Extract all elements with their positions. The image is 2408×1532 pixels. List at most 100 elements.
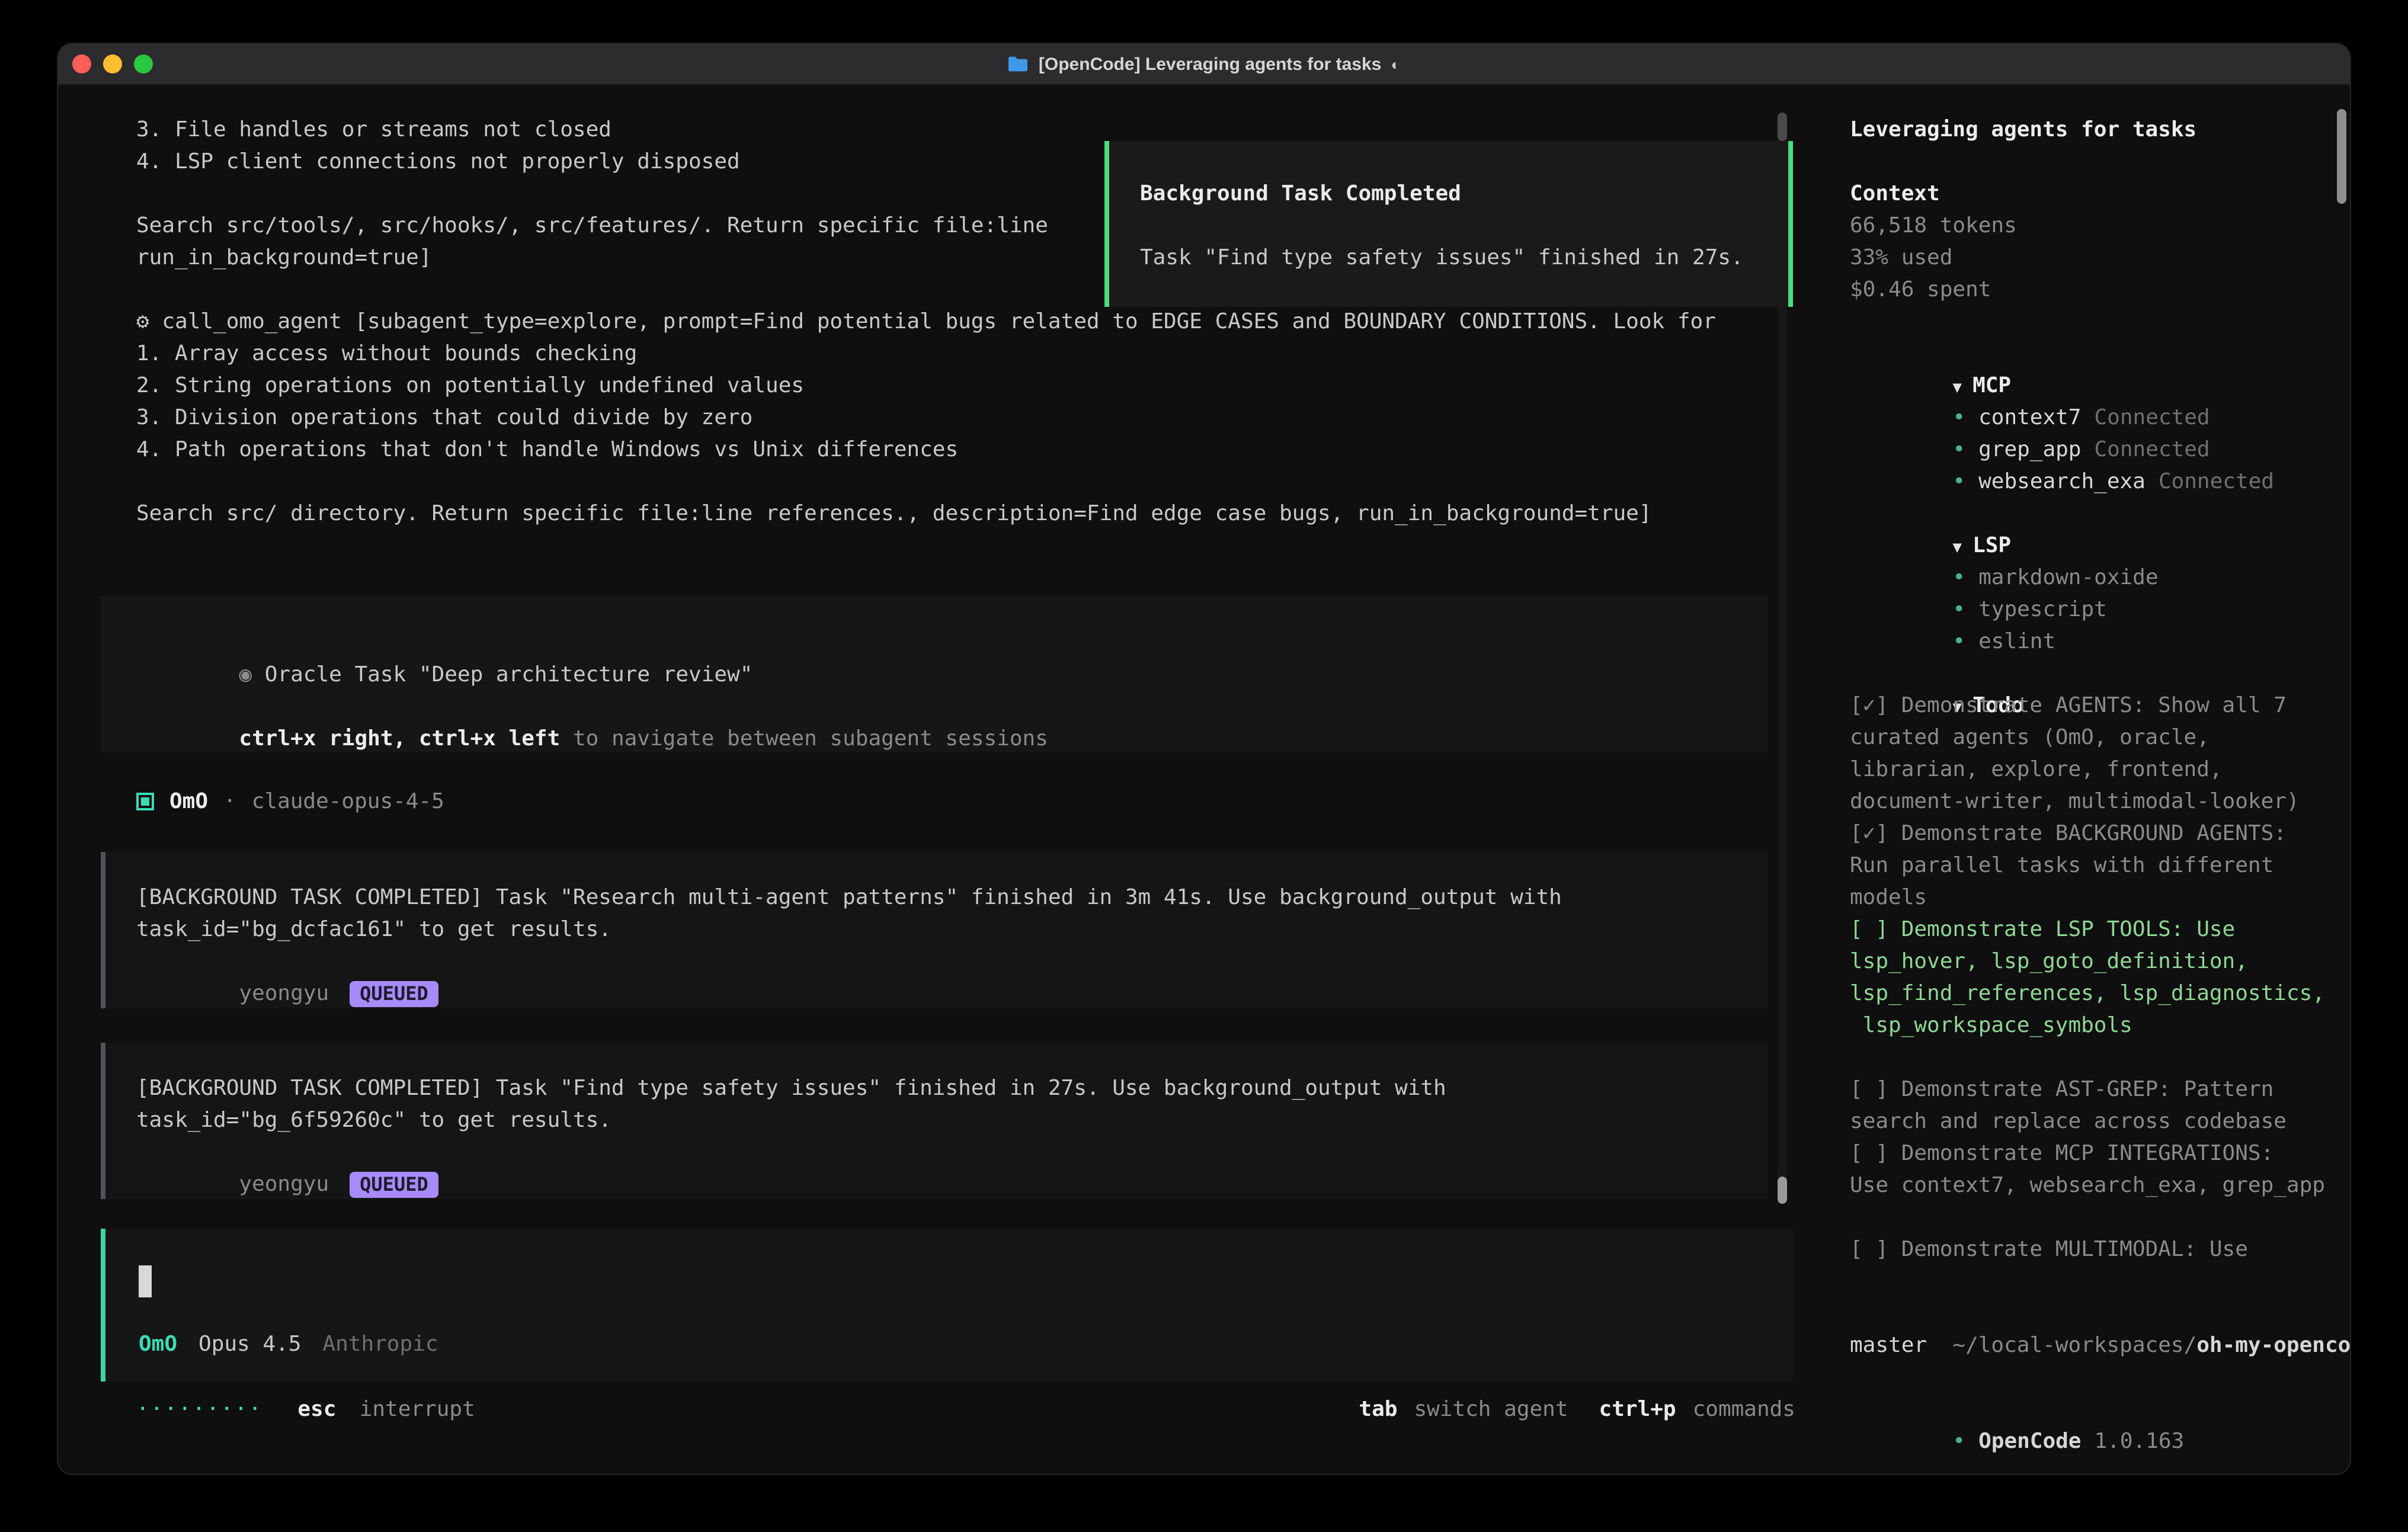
todo-line: [ ] Demonstrate AST-GREP: Pattern <box>1850 1073 2340 1105</box>
spacer-line <box>1850 1201 2340 1233</box>
spinner-dots: ········· <box>136 1393 262 1425</box>
app-version: 1.0.163 <box>2095 1429 2185 1454</box>
input-model: Opus 4.5 <box>198 1328 301 1360</box>
section-collapse-icon[interactable]: ▼ <box>1952 379 1962 397</box>
spacer-line <box>136 466 1783 498</box>
queued-badge: QUEUED <box>349 981 439 1007</box>
toast-body: Task "Find type safety issues" finished … <box>1140 242 1788 274</box>
message-author: yeongyu <box>239 981 329 1006</box>
spacer-line <box>1850 1041 2340 1073</box>
oracle-title <box>252 662 265 687</box>
prompt-input[interactable]: OmO Opus 4.5 Anthropic <box>101 1229 1793 1382</box>
background-task-message: [BACKGROUND TASK COMPLETED] Task "Find t… <box>101 1043 1768 1199</box>
scrollbar-thumb[interactable] <box>1778 1177 1787 1204</box>
todo-line: curated agents (OmO, oracle, <box>1850 722 2340 754</box>
workspace-repo: oh-my-opencode: <box>2196 1333 2350 1358</box>
esc-key-label: interrupt <box>360 1393 475 1425</box>
window-title-text: [OpenCode] Leveraging agents for tasks <box>1039 54 1381 74</box>
tab-key-label: switch agent <box>1414 1393 1568 1425</box>
log-line: 2. String operations on potentially unde… <box>136 370 1783 402</box>
context-spent: $0.46 spent <box>1850 274 2340 306</box>
toast-title: Background Task Completed <box>1140 178 1788 210</box>
tab-key-hint: tab <box>1359 1393 1397 1425</box>
bullet-icon: • <box>1952 437 1965 462</box>
todo-line: [ ] Demonstrate MCP INTEGRATIONS: <box>1850 1137 2340 1169</box>
section-collapse-icon[interactable]: ▼ <box>1952 539 1962 557</box>
spacer-line <box>1140 210 1788 242</box>
desktop: [OpenCode] Leveraging agents for tasks ◐… <box>0 0 2408 1532</box>
input-model-info: OmO Opus 4.5 Anthropic <box>139 1328 438 1360</box>
background-task-toast: Background Task Completed Task "Find typ… <box>1104 141 1793 307</box>
ctrlp-key-hint: ctrl+p <box>1599 1393 1676 1425</box>
queued-badge: QUEUED <box>349 1172 439 1198</box>
bullet-icon: • <box>1952 469 1965 494</box>
context-used: 33% used <box>1850 242 2340 274</box>
log-line: 4. Path operations that don't handle Win… <box>136 434 1783 466</box>
todo-line: [ ] Demonstrate MULTIMODAL: Use <box>1850 1233 2340 1265</box>
input-agent-name: OmO <box>139 1328 177 1360</box>
omo-agent-icon <box>136 793 154 810</box>
workspace-path: ~/local-workspaces/oh-my-opencode: <box>1850 1297 2340 1329</box>
agent-model: claude-opus-4-5 <box>252 786 444 818</box>
agent-name: OmO <box>169 786 208 818</box>
todo-line: Use context7, websearch_exa, grep_app <box>1850 1169 2340 1201</box>
bullet-icon: • <box>1952 565 1965 590</box>
oracle-icon: ◉ <box>239 662 252 687</box>
spacer-line <box>1850 146 2340 178</box>
statusbar: ········· esc interrupt tab switch agent… <box>136 1393 1795 1425</box>
sidebar-footer: •OpenCode1.0.163 <box>1850 1393 2340 1425</box>
window-title: [OpenCode] Leveraging agents for tasks ◐ <box>58 44 2350 84</box>
esc-key-hint: esc <box>297 1393 336 1425</box>
message-line: [BACKGROUND TASK COMPLETED] Task "Resear… <box>136 882 1768 914</box>
oracle-title-line: ◉ Oracle Task "Deep architecture review" <box>136 627 1768 659</box>
bullet-icon: • <box>1952 629 1965 654</box>
todo-line: models <box>1850 882 2340 914</box>
message-line: task_id="bg_dcfac161" to get results. <box>136 914 1768 946</box>
todo-line: librarian, explore, frontend, <box>1850 754 2340 786</box>
sidebar-title: Leveraging agents for tasks <box>1850 114 2340 146</box>
todo-line-active: lsp_find_references, lsp_diagnostics, <box>1850 977 2340 1009</box>
message-line: [BACKGROUND TASK COMPLETED] Task "Find t… <box>136 1072 1768 1104</box>
mcp-header: ▼MCP <box>1850 338 2340 370</box>
statusbar-right: tab switch agent ctrl+p commands <box>1359 1393 1795 1425</box>
keybind-keys: ctrl+x right, ctrl+x left <box>239 726 560 751</box>
todo-line-active: lsp_hover, lsp_goto_definition, <box>1850 946 2340 977</box>
log-line: Search src/ directory. Return specific f… <box>136 498 1783 530</box>
todo-line-active: [ ] Demonstrate LSP TOOLS: Use <box>1850 914 2340 946</box>
scrollbar-thumb-top[interactable] <box>1778 113 1787 141</box>
separator-dot: · <box>223 786 236 818</box>
todo-line: document-writer, multimodal-looker) <box>1850 786 2340 818</box>
context-header: Context <box>1850 178 2340 210</box>
message-line: task_id="bg_6f59260c" to get results. <box>136 1104 1768 1136</box>
log-line: 3. Division operations that could divide… <box>136 402 1783 434</box>
sidebar: Leveraging agents for tasks Context 66,5… <box>1850 114 2340 1425</box>
bullet-icon: • <box>1952 405 1965 430</box>
app-name: OpenCode <box>1978 1429 2081 1454</box>
terminal-window: [OpenCode] Leveraging agents for tasks ◐… <box>58 44 2350 1474</box>
message-meta: yeongyuQUEUED <box>136 1136 1768 1168</box>
log-line: 1. Array access without bounds checking <box>136 338 1783 370</box>
keybind-hint-line: ctrl+x right, ctrl+x left to navigate be… <box>136 691 1768 723</box>
workspace-dir: ~/local-workspaces/ <box>1952 1333 2196 1358</box>
message-meta: yeongyuQUEUED <box>136 946 1768 977</box>
session-status-icon: ◐ <box>1391 55 1400 73</box>
titlebar: [OpenCode] Leveraging agents for tasks ◐ <box>58 44 2350 85</box>
log-line-tool-call: ⚙ call_omo_agent [subagent_type=explore,… <box>136 306 1783 338</box>
spacer-line <box>1850 1265 2340 1297</box>
bullet-icon: • <box>1952 597 1965 622</box>
bullet-icon: • <box>1952 1429 1965 1454</box>
context-tokens: 66,518 tokens <box>1850 210 2340 242</box>
oracle-task-panel: ◉ Oracle Task "Deep architecture review"… <box>101 596 1768 752</box>
agent-header: OmO · claude-opus-4-5 <box>136 786 444 818</box>
todo-line: [✓] Demonstrate BACKGROUND AGENTS: <box>1850 818 2340 850</box>
todo-line-active: lsp_workspace_symbols <box>1850 1009 2340 1041</box>
todo-line: search and replace across codebase <box>1850 1105 2340 1137</box>
text-cursor <box>139 1265 152 1297</box>
todo-line: [✓] Demonstrate AGENTS: Show all 7 <box>1850 690 2340 722</box>
keybind-hint: to navigate between subagent sessions <box>560 726 1048 751</box>
message-author: yeongyu <box>239 1172 329 1197</box>
background-task-message: [BACKGROUND TASK COMPLETED] Task "Resear… <box>101 852 1768 1008</box>
todo-line: Run parallel tasks with different <box>1850 850 2340 882</box>
sidebar-scrollbar[interactable] <box>2337 109 2346 204</box>
spacer-line <box>1850 306 2340 338</box>
